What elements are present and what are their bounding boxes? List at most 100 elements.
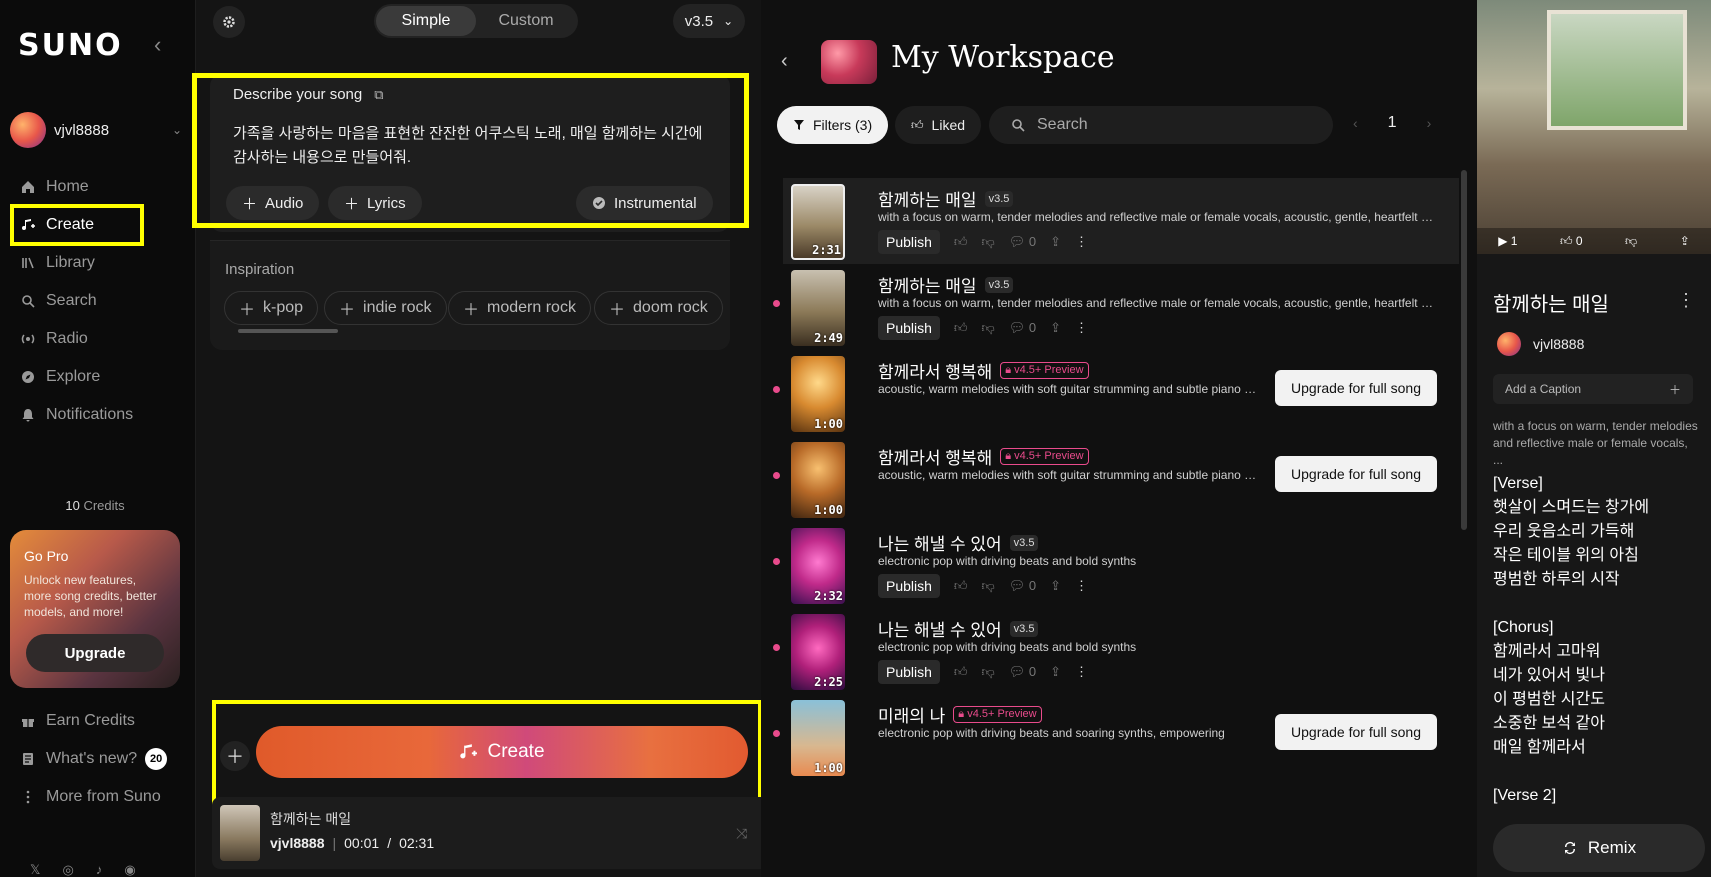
publish-button[interactable]: Publish	[878, 660, 940, 684]
tags-scrollbar[interactable]	[238, 329, 338, 333]
discord-icon[interactable]: ◉	[124, 862, 135, 877]
tag-chip[interactable]: ＋ k-pop	[224, 291, 319, 325]
song-thumbnail[interactable]: 2:25	[791, 614, 845, 690]
song-title-text[interactable]: 함께라서 행복해	[878, 444, 992, 469]
liked-button[interactable]: 👍︎ Liked	[895, 106, 982, 144]
settings-button[interactable]	[213, 6, 245, 38]
nav-home[interactable]: Home	[10, 168, 186, 206]
x-icon[interactable]: 𝕏	[30, 862, 40, 877]
add-button[interactable]: ＋	[220, 741, 250, 771]
share-icon[interactable]: ⇪	[1050, 664, 1061, 680]
upgrade-full-song-button[interactable]: Upgrade for full song	[1275, 370, 1437, 406]
comment-icon[interactable]: 💬︎ 0	[1009, 664, 1036, 680]
add-audio-button[interactable]: ＋ Audio	[226, 186, 320, 220]
song-row[interactable]: 2:32 나는 해낼 수 있어 v3.5 electronic pop with …	[773, 522, 1459, 608]
filters-button[interactable]: Filters (3)	[777, 106, 889, 144]
add-lyrics-button[interactable]: ＋ Lyrics	[328, 186, 422, 220]
more-vertical-icon[interactable]: ⋮	[1677, 290, 1695, 311]
upgrade-full-song-button[interactable]: Upgrade for full song	[1275, 714, 1437, 750]
song-title-text[interactable]: 함께하는 매일	[878, 186, 977, 211]
player-user[interactable]: vjvl8888	[270, 835, 325, 851]
more-vertical-icon[interactable]: ⋮	[1075, 578, 1088, 594]
thumbs-down-icon[interactable]: 👎︎	[1625, 234, 1637, 249]
song-row[interactable]: 2:31 함께하는 매일 v3.5 with a focus on warm, t…	[783, 178, 1459, 264]
nav-radio[interactable]: Radio	[10, 320, 186, 358]
song-row[interactable]: 1:00 미래의 나 🔒︎ v4.5+ Preview electronic po…	[773, 694, 1459, 780]
song-row[interactable]: 1:00 함께라서 행복해 🔒︎ v4.5+ Preview acoustic, …	[773, 436, 1459, 522]
nav-earn-credits[interactable]: Earn Credits	[10, 702, 186, 740]
workspace-search[interactable]: Search	[989, 106, 1333, 144]
comment-icon[interactable]: 💬︎ 0	[1009, 578, 1036, 594]
mode-custom-button[interactable]: Custom	[476, 6, 576, 36]
more-vertical-icon[interactable]: ⋮	[1075, 320, 1088, 336]
song-thumbnail[interactable]: 1:00	[791, 356, 845, 432]
instagram-icon[interactable]: ◎	[62, 862, 73, 877]
share-icon[interactable]: ⇪	[1050, 578, 1061, 594]
song-title-text[interactable]: 나는 해낼 수 있어	[878, 616, 1002, 641]
player-thumbnail[interactable]	[220, 805, 260, 861]
thumbs-down-icon[interactable]: 👎︎	[982, 664, 995, 680]
song-title-text[interactable]: 미래의 나	[878, 702, 945, 727]
publish-button[interactable]: Publish	[878, 230, 940, 254]
song-row[interactable]: 2:49 함께하는 매일 v3.5 with a focus on warm, t…	[773, 264, 1459, 350]
song-thumbnail[interactable]: 2:49	[791, 270, 845, 346]
user-menu[interactable]: vjvl8888 ⌄	[10, 112, 182, 148]
nav-notifications[interactable]: Notifications	[10, 396, 186, 434]
publish-button[interactable]: Publish	[878, 316, 940, 340]
create-button[interactable]: Create	[256, 726, 748, 778]
nav-library[interactable]: Library	[10, 244, 186, 282]
nav-more-from-suno[interactable]: More from Suno	[10, 778, 186, 816]
thumbs-down-icon[interactable]: 👎︎	[982, 578, 995, 594]
share-icon[interactable]: ⇪	[1680, 234, 1690, 248]
tag-chip[interactable]: ＋ doom rock	[594, 291, 723, 325]
collapse-sidebar-icon[interactable]: ‹	[154, 34, 161, 56]
thumbs-down-icon[interactable]: 👎︎	[982, 234, 995, 250]
nav-search[interactable]: Search	[10, 282, 186, 320]
more-vertical-icon[interactable]: ⋮	[1075, 664, 1088, 680]
song-title-text[interactable]: 나는 해낼 수 있어	[878, 530, 1002, 555]
like-count[interactable]: 👍︎ 0	[1560, 234, 1583, 249]
song-description-input[interactable]: 가족을 사랑하는 마음을 표현한 잔잔한 어쿠스틱 노래, 매일 함께하는 시간…	[233, 122, 713, 170]
nav-explore[interactable]: Explore	[10, 358, 186, 396]
song-row[interactable]: 1:00 함께라서 행복해 🔒︎ v4.5+ Preview acoustic, …	[773, 350, 1459, 436]
shuffle-icon[interactable]: ⤨	[736, 825, 747, 842]
tiktok-icon[interactable]: ♪	[96, 862, 103, 877]
next-page-icon[interactable]: ›	[1427, 115, 1432, 131]
song-title-text[interactable]: 함께라서 행복해	[878, 358, 992, 383]
play-count[interactable]: ▶ 1	[1498, 234, 1517, 248]
upgrade-button[interactable]: Upgrade	[26, 634, 164, 672]
thumbs-up-icon[interactable]: 👍︎	[954, 320, 968, 336]
nav-create[interactable]: Create	[10, 206, 186, 244]
upgrade-full-song-button[interactable]: Upgrade for full song	[1275, 456, 1437, 492]
thumbs-down-icon[interactable]: 👎︎	[982, 320, 995, 336]
more-vertical-icon[interactable]: ⋮	[1075, 234, 1088, 250]
song-thumbnail[interactable]: 1:00	[791, 442, 845, 518]
suno-logo[interactable]: SUNO	[18, 28, 123, 63]
thumbs-up-icon[interactable]: 👍︎	[954, 578, 968, 594]
comment-icon[interactable]: 💬︎ 0	[1009, 320, 1036, 336]
thumbs-up-icon[interactable]: 👍︎	[954, 234, 968, 250]
share-icon[interactable]: ⇪	[1050, 234, 1061, 250]
song-thumbnail[interactable]: 2:32	[791, 528, 845, 604]
share-icon[interactable]: ⇪	[1050, 320, 1061, 336]
instrumental-toggle[interactable]: Instrumental	[576, 186, 713, 220]
prev-page-icon[interactable]: ‹	[1353, 115, 1358, 131]
tag-chip[interactable]: ＋ indie rock	[324, 291, 447, 325]
detail-user[interactable]: vjvl8888	[1497, 332, 1584, 356]
sparkle-icon[interactable]: ⧉	[374, 87, 383, 103]
song-title-text[interactable]: 함께하는 매일	[878, 272, 977, 297]
thumbs-up-icon[interactable]: 👍︎	[954, 664, 968, 680]
nav-whats-new[interactable]: What's new? 20	[10, 740, 186, 778]
comment-icon[interactable]: 💬︎ 0	[1009, 234, 1036, 250]
version-select[interactable]: v3.5 ⌄	[673, 4, 745, 38]
song-thumbnail[interactable]: 1:00	[791, 700, 845, 776]
song-thumbnail[interactable]: 2:31	[791, 184, 845, 260]
player-song-title[interactable]: 함께하는 매일	[270, 809, 351, 829]
publish-button[interactable]: Publish	[878, 574, 940, 598]
song-row[interactable]: 2:25 나는 해낼 수 있어 v3.5 electronic pop with …	[773, 608, 1459, 694]
back-icon[interactable]: ‹	[781, 50, 788, 73]
tag-chip[interactable]: ＋ modern rock	[448, 291, 591, 325]
remix-button[interactable]: Remix	[1493, 824, 1705, 872]
add-caption-button[interactable]: Add a Caption ＋	[1493, 374, 1693, 404]
workspace-scrollbar[interactable]	[1461, 170, 1467, 530]
